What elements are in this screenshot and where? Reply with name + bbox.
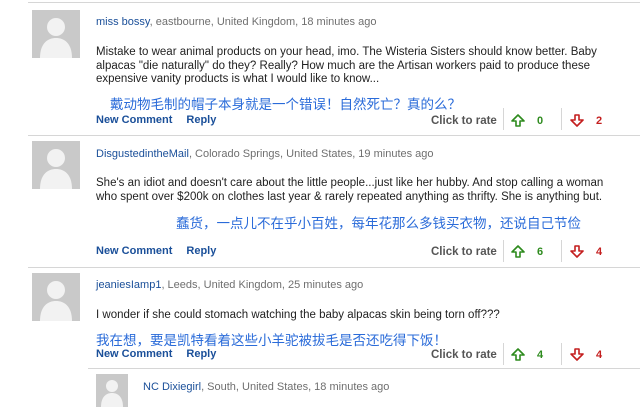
thumb-down-arrow-icon xyxy=(570,245,584,258)
thumb-down-arrow-icon xyxy=(570,348,584,361)
downvote-button[interactable]: 4 xyxy=(570,245,602,258)
comment-username[interactable]: miss bossy xyxy=(96,16,150,28)
reply-location-time: , South, United States, 18 minutes ago xyxy=(201,381,390,393)
new-comment-link[interactable]: New Comment xyxy=(96,348,172,360)
comment-text: Mistake to wear animal products on your … xyxy=(96,46,597,85)
comment-location-time: , Colorado Springs, United States, 19 mi… xyxy=(188,148,434,160)
default-avatar-icon xyxy=(32,10,80,58)
comment-meta: miss bossy, eastbourne, United Kingdom, … xyxy=(96,16,376,28)
click-to-rate-label: Click to rate xyxy=(431,115,497,127)
click-to-rate-label: Click to rate xyxy=(431,246,497,258)
comment-username[interactable]: jeaniesIamp1 xyxy=(96,279,161,291)
comment-location-time: , Leeds, United Kingdom, 25 minutes ago xyxy=(161,279,364,291)
chinese-annotation: 戴动物毛制的帽子本身就是一个错误！自然死亡？真的么？ xyxy=(110,97,461,113)
upvote-button[interactable]: 4 xyxy=(511,348,543,361)
upvote-button[interactable]: 6 xyxy=(511,245,543,258)
reply-username[interactable]: NC Dixiegirl xyxy=(143,381,201,393)
thumb-up-arrow-icon xyxy=(511,348,525,361)
downvote-button[interactable]: 2 xyxy=(570,114,602,127)
chinese-annotation: 我在想，要是凯特看着这些小羊驼被拔毛是否还吃得下饭！ xyxy=(96,333,447,349)
default-avatar-icon xyxy=(32,141,80,189)
reply-link[interactable]: Reply xyxy=(186,348,216,360)
upvote-count: 6 xyxy=(537,245,544,258)
thumb-up-arrow-icon xyxy=(511,114,525,127)
comment-location-time: , eastbourne, United Kingdom, 18 minutes… xyxy=(149,16,377,28)
downvote-count: 4 xyxy=(596,348,603,361)
upvote-count: 4 xyxy=(537,348,544,361)
comment-meta: DisgustedintheMail, Colorado Springs, Un… xyxy=(96,148,434,160)
comment-meta: jeaniesIamp1, Leeds, United Kingdom, 25 … xyxy=(96,279,363,291)
default-avatar-icon xyxy=(96,374,128,407)
downvote-count: 2 xyxy=(596,114,603,127)
comment-actions: New Comment Reply xyxy=(96,114,216,126)
reply-link[interactable]: Reply xyxy=(186,114,216,126)
comment-actions: New Comment Reply xyxy=(96,348,216,360)
downvote-button[interactable]: 4 xyxy=(570,348,602,361)
reply-meta: NC Dixiegirl, South, United States, 18 m… xyxy=(143,381,389,393)
click-to-rate-label: Click to rate xyxy=(431,349,497,361)
vote-divider xyxy=(503,108,504,130)
vote-divider xyxy=(561,343,562,365)
downvote-count: 4 xyxy=(596,245,603,258)
comment-username[interactable]: DisgustedintheMail xyxy=(96,148,189,160)
new-comment-link[interactable]: New Comment xyxy=(96,114,172,126)
default-avatar-icon xyxy=(32,273,80,321)
comment-separator xyxy=(28,135,640,136)
chinese-annotation: 蠢货，一点儿不在乎小百姓，每年花那么多钱买衣物，还说自己节俭 xyxy=(176,216,581,232)
upvote-button[interactable]: 0 xyxy=(511,114,543,127)
vote-divider xyxy=(503,240,504,262)
comment-text: She's an idiot and doesn't care about th… xyxy=(96,177,604,203)
comment-text: I wonder if she could stomach watching t… xyxy=(96,309,500,321)
new-comment-link[interactable]: New Comment xyxy=(96,245,172,257)
vote-divider xyxy=(503,343,504,365)
reply-link[interactable]: Reply xyxy=(186,245,216,257)
comment-actions: New Comment Reply xyxy=(96,245,216,257)
vote-divider xyxy=(561,108,562,130)
comment-separator xyxy=(28,267,640,268)
upvote-count: 0 xyxy=(537,114,544,127)
thumb-up-arrow-icon xyxy=(511,245,525,258)
thumb-down-arrow-icon xyxy=(570,114,584,127)
vote-divider xyxy=(561,240,562,262)
comment-separator xyxy=(28,2,640,3)
